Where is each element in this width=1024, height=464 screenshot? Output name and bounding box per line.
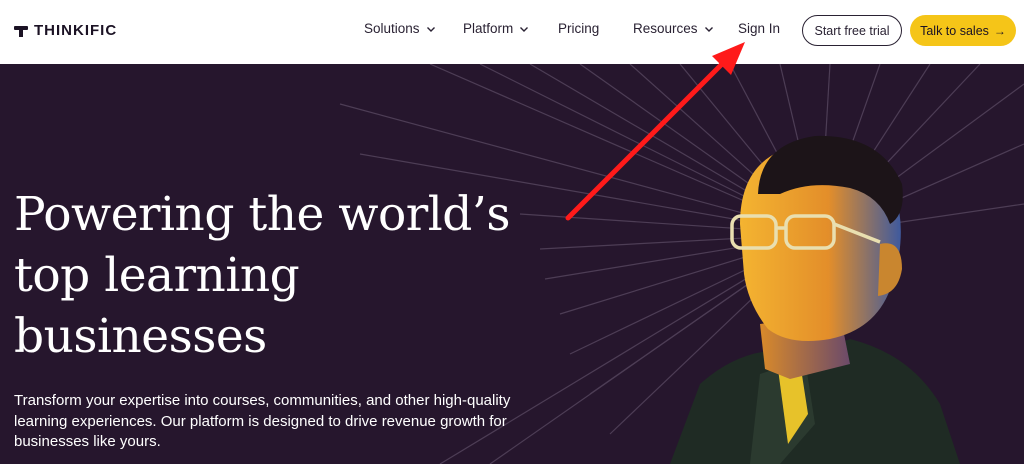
talk-to-sales-button[interactable]: Talk to sales → [910,15,1016,46]
thinkific-logo-icon [14,24,28,38]
nav-item-label: Sign In [738,21,781,36]
headline-line: Powering the world’s [14,187,510,242]
hero-section: Powering the world’s top learning busine… [0,64,1024,464]
nav-item-solutions[interactable]: Solutions [364,21,436,36]
start-free-trial-button[interactable]: Start free trial [802,15,902,46]
chevron-down-icon [704,26,713,32]
nav-item-label: Pricing [558,21,600,36]
nav-item-platform[interactable]: Platform [463,21,529,36]
chevron-down-icon [426,26,435,32]
headline-line: businesses [14,309,267,364]
hero-headline: Powering the world’s top learning busine… [14,184,574,367]
hero-description: Transform your expertise into courses, c… [14,392,511,450]
button-label: Talk to sales [920,23,989,38]
nav-item-pricing[interactable]: Pricing [558,21,599,36]
headline-line: top learning [14,248,300,303]
brand-name: THINKIFIC [34,22,118,39]
top-navigation-bar: THINKIFIC Solutions Platform Pricing Res… [0,0,1024,64]
sign-in-link[interactable]: Sign In [738,21,780,36]
chevron-down-icon [520,26,529,32]
arrow-right-icon: → [993,23,1006,38]
hero-portrait-image [670,135,960,464]
nav-item-resources[interactable]: Resources [633,21,714,36]
nav-item-label: Platform [463,21,514,36]
nav-item-label: Resources [633,21,698,36]
thinkific-logo[interactable]: THINKIFIC [14,22,117,39]
nav-item-label: Solutions [364,21,420,36]
button-label: Start free trial [814,23,890,38]
